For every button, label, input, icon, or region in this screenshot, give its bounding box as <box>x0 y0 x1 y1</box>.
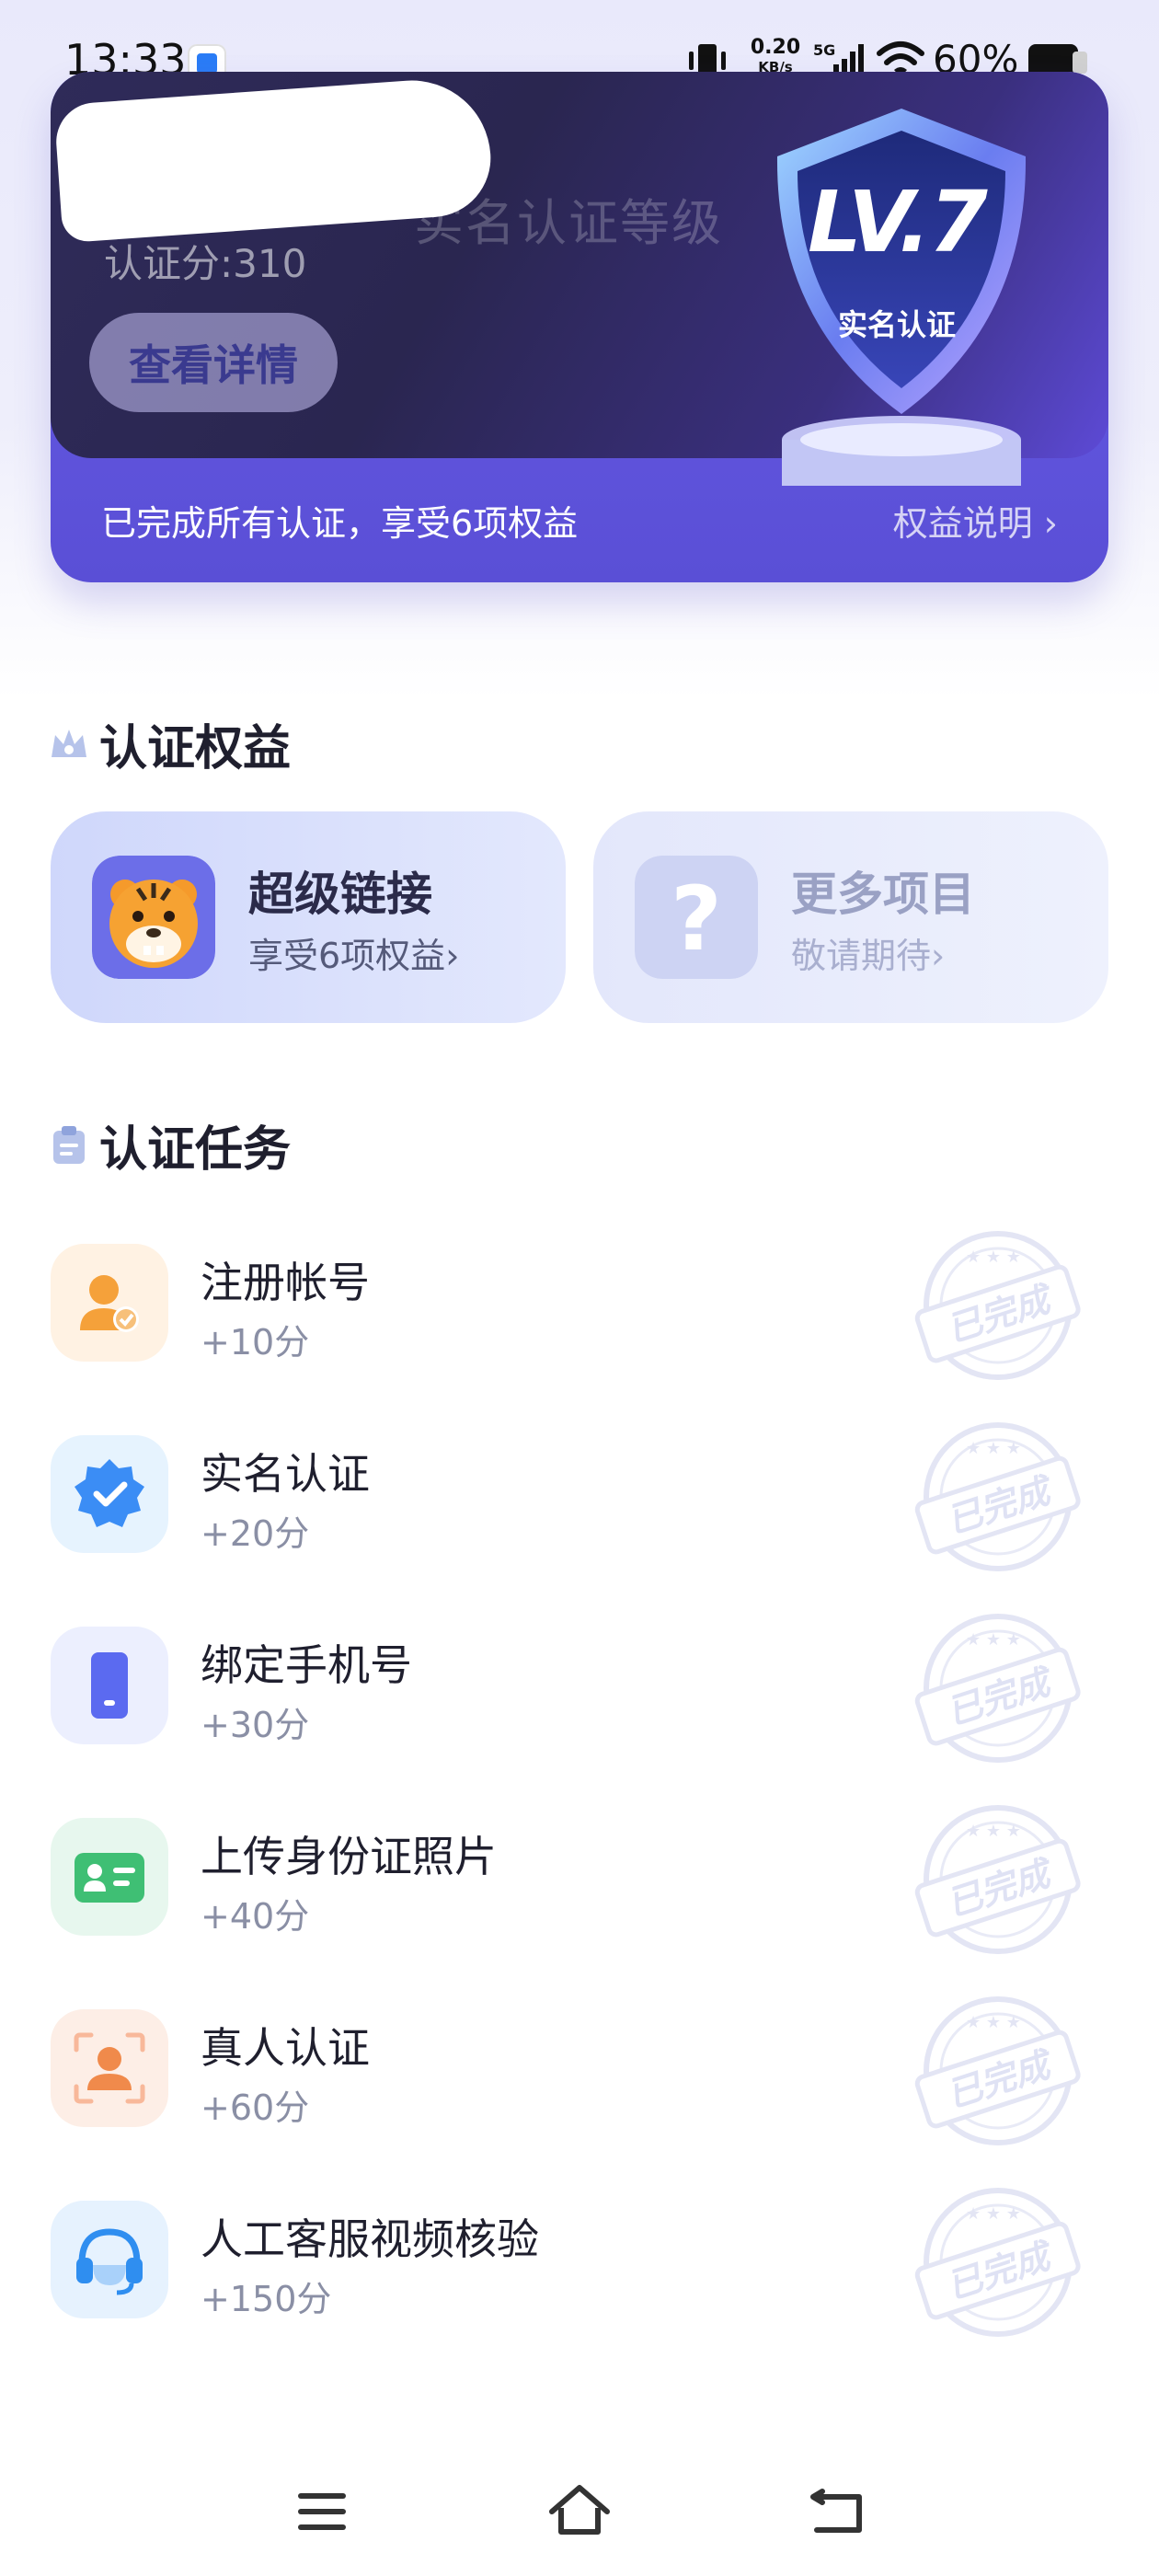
clipboard-icon <box>53 1126 85 1164</box>
benefits-explanation-link[interactable]: 权益说明 › <box>893 495 1058 546</box>
user-check-icon <box>51 1244 168 1362</box>
svg-text:★ ★ ★: ★ ★ ★ <box>966 2013 1021 2032</box>
chevron-right-icon: › <box>1043 503 1058 544</box>
tasks-heading-text: 认证任务 <box>99 1121 292 1178</box>
task-row-real-name[interactable]: 实名认证 +20分 ★ ★ ★ 已完成 <box>0 1422 1159 1581</box>
task-row-register[interactable]: 注册帐号 +10分 ★ ★ ★ 已完成 <box>0 1231 1159 1389</box>
chevron-right-icon: › <box>931 936 946 976</box>
completed-stamp-icon: ★ ★ ★ 已完成 <box>914 1422 1081 1571</box>
task-points: +40分 <box>201 1896 310 1937</box>
tiger-icon <box>92 856 215 979</box>
certification-score: 认证分:310 <box>104 241 307 286</box>
task-row-bind-phone[interactable]: 绑定手机号 +30分 ★ ★ ★ 已完成 <box>0 1614 1159 1772</box>
task-points: +20分 <box>201 1513 310 1554</box>
benefit-subtitle-text: 敬请期待 <box>791 936 932 976</box>
svg-text:★ ★ ★: ★ ★ ★ <box>966 1822 1021 1841</box>
completed-stamp-icon: ★ ★ ★ 已完成 <box>914 1996 1081 2145</box>
svg-text:?: ? <box>671 868 722 971</box>
task-points: +30分 <box>201 1705 310 1745</box>
certification-summary: 已完成所有认证，享受6项权益 <box>101 503 579 544</box>
crown-icon <box>52 730 86 757</box>
completed-stamp-icon: ★ ★ ★ 已完成 <box>914 1614 1081 1763</box>
task-name: 人工客服视频核验 <box>201 2214 539 2264</box>
task-name: 实名认证 <box>201 1449 370 1499</box>
benefit-subtitle-text: 享受6项权益 <box>248 936 446 976</box>
phone-icon <box>51 1627 168 1744</box>
system-nav-bar <box>0 2447 1159 2576</box>
task-name: 绑定手机号 <box>201 1640 412 1690</box>
benefit-card-more-items[interactable]: ? 更多项目 敬请期待› <box>593 811 1108 1023</box>
task-points: +10分 <box>201 1322 310 1363</box>
tasks-heading: 认证任务 <box>48 1117 291 1178</box>
benefits-heading: 认证权益 <box>48 716 291 776</box>
benefit-title: 更多项目 <box>791 868 975 921</box>
completed-stamp-icon: ★ ★ ★ 已完成 <box>914 2188 1081 2337</box>
chevron-right-icon: › <box>445 936 460 976</box>
svg-text:★ ★ ★: ★ ★ ★ <box>966 1248 1021 1267</box>
benefit-title: 超级链接 <box>248 868 432 921</box>
benefit-card-super-link[interactable]: 超级链接 享受6项权益› <box>51 811 566 1023</box>
benefits-heading-text: 认证权益 <box>99 720 292 776</box>
benefit-subtitle: 享受6项权益› <box>248 927 459 978</box>
back-icon[interactable] <box>800 2475 874 2548</box>
benefits-explanation-label: 权益说明 <box>892 503 1033 544</box>
task-points: +150分 <box>201 2279 332 2319</box>
level-shield-icon <box>776 109 1027 486</box>
completed-stamp-icon: ★ ★ ★ 已完成 <box>914 1231 1081 1380</box>
task-row-face-verify[interactable]: 真人认证 +60分 ★ ★ ★ 已完成 <box>0 1996 1159 2155</box>
task-row-video-verify[interactable]: 人工客服视频核验 +150分 ★ ★ ★ 已完成 <box>0 2188 1159 2346</box>
view-details-button[interactable]: 查看详情 <box>89 313 338 412</box>
home-icon[interactable] <box>543 2475 616 2548</box>
svg-text:★ ★ ★: ★ ★ ★ <box>966 1630 1021 1650</box>
net-speed-value: 0.20 <box>750 36 801 59</box>
svg-text:5G: 5G <box>813 41 835 59</box>
completed-stamp-icon: ★ ★ ★ 已完成 <box>914 1805 1081 1954</box>
net-speed: 0.20 KB/s <box>747 36 804 76</box>
face-scan-icon <box>51 2009 168 2127</box>
headset-icon <box>51 2201 168 2318</box>
certification-level-card: 实名认证等级 认证分:310 查看详情 LV.7 实名认证 已完成所有认证，享受… <box>51 72 1108 582</box>
svg-text:★ ★ ★: ★ ★ ★ <box>966 1439 1021 1458</box>
question-icon: ? <box>635 856 758 979</box>
task-name: 上传身份证照片 <box>201 1832 497 1881</box>
id-card-icon <box>51 1818 168 1936</box>
task-points: +60分 <box>201 2087 310 2128</box>
benefit-subtitle: 敬请期待› <box>791 927 945 978</box>
verified-badge-icon <box>51 1435 168 1553</box>
level-badge-caption: 实名认证 <box>837 307 956 342</box>
menu-icon[interactable] <box>285 2475 359 2548</box>
task-name: 注册帐号 <box>201 1258 370 1307</box>
task-row-id-photo[interactable]: 上传身份证照片 +40分 ★ ★ ★ 已完成 <box>0 1805 1159 1963</box>
svg-text:★ ★ ★: ★ ★ ★ <box>966 2204 1021 2224</box>
level-badge-text: LV.7 <box>808 173 988 271</box>
task-name: 真人认证 <box>201 2023 370 2073</box>
